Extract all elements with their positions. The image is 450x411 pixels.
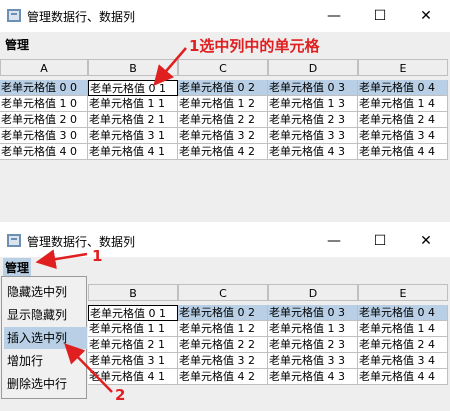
arrow-to-insert-item — [64, 343, 113, 393]
arrow-to-menu — [35, 249, 88, 270]
annotation-arrows — [35, 47, 187, 393]
arrow-to-cell — [153, 47, 187, 86]
